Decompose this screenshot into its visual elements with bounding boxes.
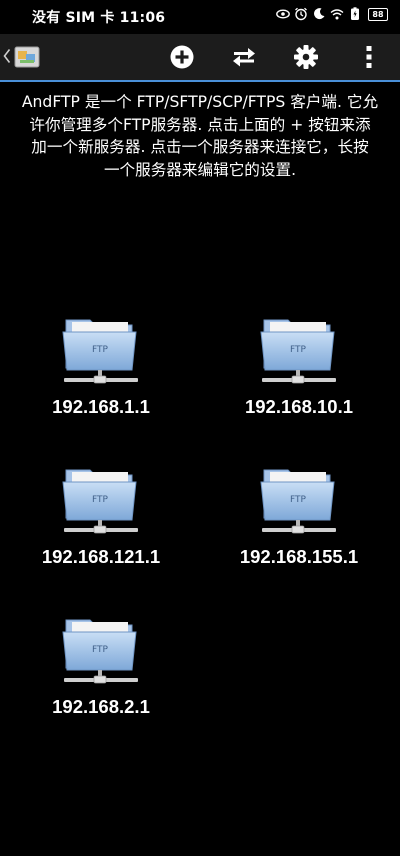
server-item[interactable]: FTP 192.168.10.1 — [209, 312, 389, 422]
battery-saver-icon — [351, 7, 359, 20]
add-server-button[interactable] — [168, 43, 196, 71]
svg-text:FTP: FTP — [290, 345, 307, 355]
svg-text:FTP: FTP — [92, 495, 109, 505]
action-bar — [0, 34, 400, 82]
eye-icon — [276, 9, 290, 19]
server-label: 192.168.155.1 — [239, 546, 359, 567]
status-bar: 没有 SIM 卡 11:06 88 — [0, 0, 400, 32]
server-label: 192.168.121.1 — [41, 546, 161, 567]
back-chevron-icon[interactable] — [3, 48, 11, 64]
ftp-folder-icon: FTP — [260, 469, 336, 534]
server-item[interactable]: FTP 192.168.121.1 — [11, 462, 191, 572]
server-item[interactable]: FTP 192.168.155.1 — [209, 462, 389, 572]
dnd-icon — [314, 8, 325, 20]
carrier-time: 没有 SIM 卡 11:06 — [32, 10, 166, 26]
svg-text:FTP: FTP — [290, 495, 307, 505]
svg-text:FTP: FTP — [92, 345, 109, 355]
intro-line: AndFTP 是一个 FTP/SFTP/SCP/FTPS 客户端. 它允 — [21, 93, 379, 111]
intro-text: AndFTP 是一个 FTP/SFTP/SCP/FTPS 客户端. 它允 许你管… — [0, 91, 400, 181]
ftp-folder-icon: FTP — [62, 319, 138, 384]
battery-indicator: 88 — [368, 7, 388, 21]
ftp-folder-icon: FTP — [62, 469, 138, 534]
app-logo-icon[interactable] — [14, 45, 40, 69]
status-icons: 88 — [276, 7, 388, 21]
alarm-icon — [295, 7, 307, 21]
server-label: 192.168.2.1 — [52, 696, 150, 717]
intro-line: 加一个新服务器. 点击一个服务器来连接它，长按 — [31, 138, 369, 156]
ftp-folder-icon: FTP — [260, 319, 336, 384]
intro-line: 一个服务器来编辑它的设置. — [103, 160, 297, 179]
server-item[interactable]: FTP 192.168.2.1 — [11, 612, 191, 722]
server-label: 192.168.10.1 — [244, 396, 354, 417]
transfer-arrows-icon[interactable] — [230, 43, 258, 71]
wifi-icon — [330, 9, 344, 20]
overflow-menu-icon[interactable] — [355, 43, 383, 71]
server-item[interactable]: FTP 192.168.1.1 — [11, 312, 191, 422]
gear-icon[interactable] — [292, 43, 320, 71]
intro-line: 许你管理多个FTP服务器. 点击上面的 + 按钮来添 — [29, 115, 371, 134]
ftp-folder-icon: FTP — [62, 619, 138, 684]
server-label: 192.168.1.1 — [52, 396, 150, 417]
svg-text:FTP: FTP — [92, 645, 109, 655]
